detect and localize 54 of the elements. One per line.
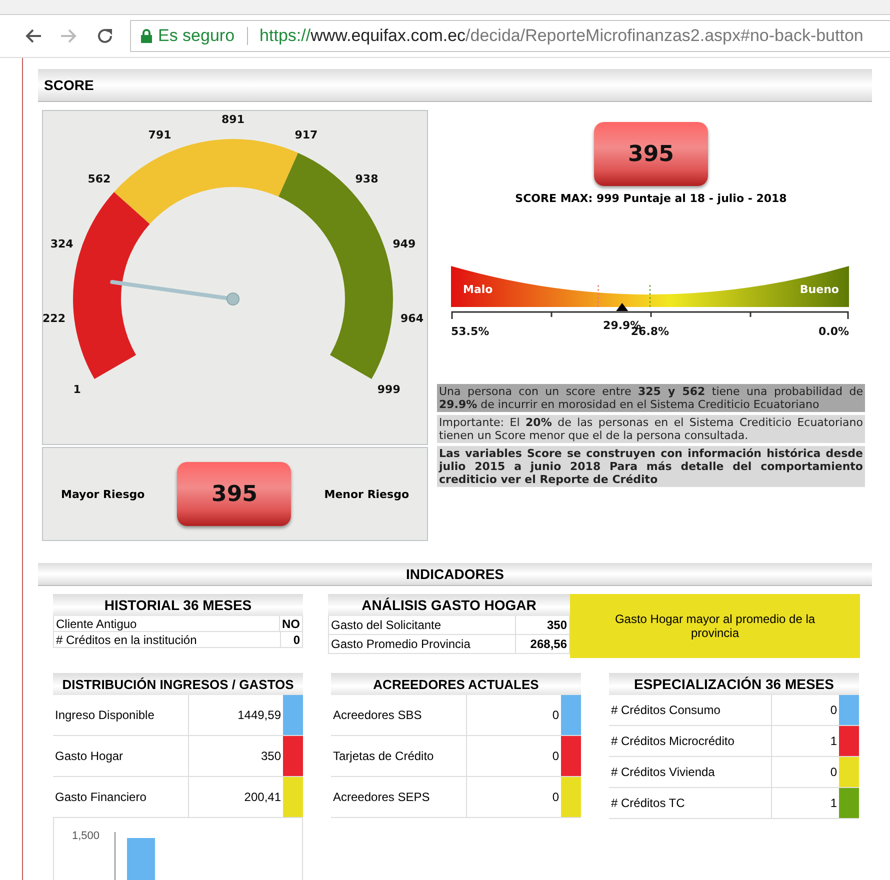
table-title: ACREEDORES ACTUALES <box>331 673 581 695</box>
axis-tick-label: 1,500 <box>72 830 100 842</box>
gauge-tick-label: 964 <box>400 312 424 325</box>
gauge-tick-label: 999 <box>377 383 400 396</box>
table-cell-text: # Créditos Vivienda <box>610 764 716 781</box>
table-cell-text: # Créditos TC <box>610 795 686 812</box>
section-header: SCORE <box>38 69 872 102</box>
gauge-tick-label: 1 <box>73 383 81 396</box>
table-cell-text: Gasto Promedio Provincia <box>330 636 472 653</box>
table-cell-text: # Créditos Consumo <box>610 702 722 719</box>
gauge-tick-label: 222 <box>43 312 66 325</box>
gauge-tick-label: 791 <box>148 128 172 142</box>
score-badge: 395 <box>594 122 708 186</box>
table-title: ESPECIALIZACIÓN 36 MESES <box>609 673 859 695</box>
lock-icon <box>141 29 152 43</box>
gauge-tick-label: 938 <box>355 172 378 186</box>
score-badge: 395 <box>177 462 292 526</box>
table-title: ANÁLISIS GASTO HOGAR <box>328 594 570 616</box>
secure-label: Es seguro <box>158 26 235 46</box>
address-bar[interactable]: Es seguro https://www.equifax.com.ec/decida/ReporteMicrofinanzas2.aspx#no-back-button <box>130 20 890 52</box>
table-cell: 0 <box>280 632 302 647</box>
gauge-tick-label: 562 <box>88 172 111 186</box>
score-max-text: SCORE MAX: 999 Puntaje al 18 - julio - 2018 <box>515 192 787 205</box>
bueno-label: Bueno <box>800 283 839 296</box>
table-cell-text: Acreedores SEPS <box>332 789 431 806</box>
gauge-tick-label: 949 <box>392 237 416 250</box>
malo-label: Malo <box>463 283 493 296</box>
table-cell-text: # Créditos en la institución <box>55 632 198 647</box>
scale-label: 53.5% <box>451 325 490 338</box>
risk-label: Mayor Riesgo <box>61 488 145 500</box>
table-cell-text: Gasto del Solicitante <box>330 617 442 634</box>
table-cell: 350 <box>515 616 569 634</box>
table-cell-text: Acreedores SBS <box>332 707 423 724</box>
info-paragraph: Una persona con un score entre 325 y 562 tiene una probabilidad de 29.9% de incurrir en morosidad en el Sistema Crediticio Ecuatoriano <box>437 384 865 412</box>
table-title: HISTORIAL 36 MESES <box>53 594 303 616</box>
info-paragraph: Importante: El 20% de las personas en el Sistema Crediticio Ecuatoriano tienen un Score menor que el de la persona consultada. <box>437 415 865 443</box>
gauge-tick-label: 917 <box>294 128 318 142</box>
url-text: https://www.equifax.com.ec/decida/ReporteMicrofinanzas2.aspx#no-back-button <box>260 26 864 46</box>
info-paragraph: Las variables Score se construyen con información histórica desde julio 2015 a junio 2018 Para más detalle del comportamiento crediticio ver el Reporte de Crédito <box>437 446 865 487</box>
table-cell-text: Cliente Antiguo <box>55 616 138 631</box>
gauge-tick-label: 891 <box>222 113 244 126</box>
gauge-tick-label: 324 <box>50 237 74 250</box>
table-cell: NO <box>279 616 302 631</box>
alert-note: Gasto Hogar mayor al promedio de la provincia <box>570 594 860 658</box>
table-cell-text: Gasto Financiero <box>54 789 148 806</box>
scale-label: 0.0% <box>818 325 849 338</box>
risk-label: Menor Riesgo <box>324 488 409 500</box>
table-cell: 268,56 <box>515 635 569 653</box>
table-title: DISTRIBUCIÓN INGRESOS / GASTOS <box>53 673 303 695</box>
section-header: INDICADORES <box>38 563 872 586</box>
table-cell-text: Ingreso Disponible <box>54 707 156 724</box>
table-cell-text: # Créditos Microcrédito <box>610 733 736 750</box>
table-cell-text: Gasto Hogar <box>54 748 124 765</box>
table-cell-text: Tarjetas de Crédito <box>332 748 435 765</box>
